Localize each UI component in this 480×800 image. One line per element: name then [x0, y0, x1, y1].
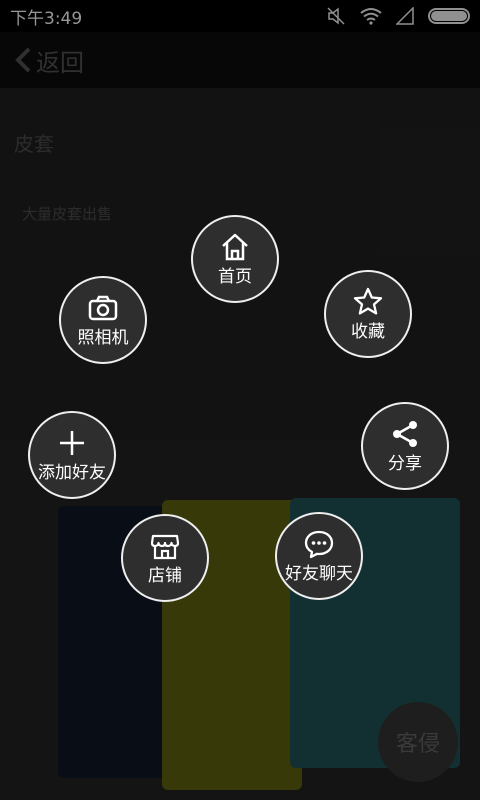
menu-chat-button[interactable]: 好友聊天	[275, 512, 363, 600]
menu-favorite-label: 收藏	[351, 322, 385, 342]
menu-favorite-button[interactable]: 收藏	[324, 270, 412, 358]
store-icon	[150, 534, 180, 560]
menu-chat-label: 好友聊天	[285, 564, 353, 584]
menu-camera-button[interactable]: 照相机	[59, 276, 147, 364]
home-icon	[222, 233, 248, 261]
share-icon	[393, 421, 417, 447]
menu-overlay[interactable]	[0, 0, 480, 800]
menu-home-label: 首页	[218, 267, 252, 287]
menu-camera-label: 照相机	[77, 328, 129, 348]
menu-store-label: 店铺	[148, 566, 182, 586]
star-icon	[353, 287, 383, 315]
camera-icon	[88, 295, 118, 321]
menu-share-label: 分享	[388, 454, 422, 474]
chat-bubble-icon	[304, 530, 334, 559]
menu-add-friend-label: 添加好友	[38, 463, 106, 483]
menu-store-button[interactable]: 店铺	[121, 514, 209, 602]
menu-share-button[interactable]: 分享	[361, 402, 449, 490]
menu-add-friend-button[interactable]: 添加好友	[28, 411, 116, 499]
plus-icon	[60, 431, 84, 455]
menu-home-button[interactable]: 首页	[191, 215, 279, 303]
